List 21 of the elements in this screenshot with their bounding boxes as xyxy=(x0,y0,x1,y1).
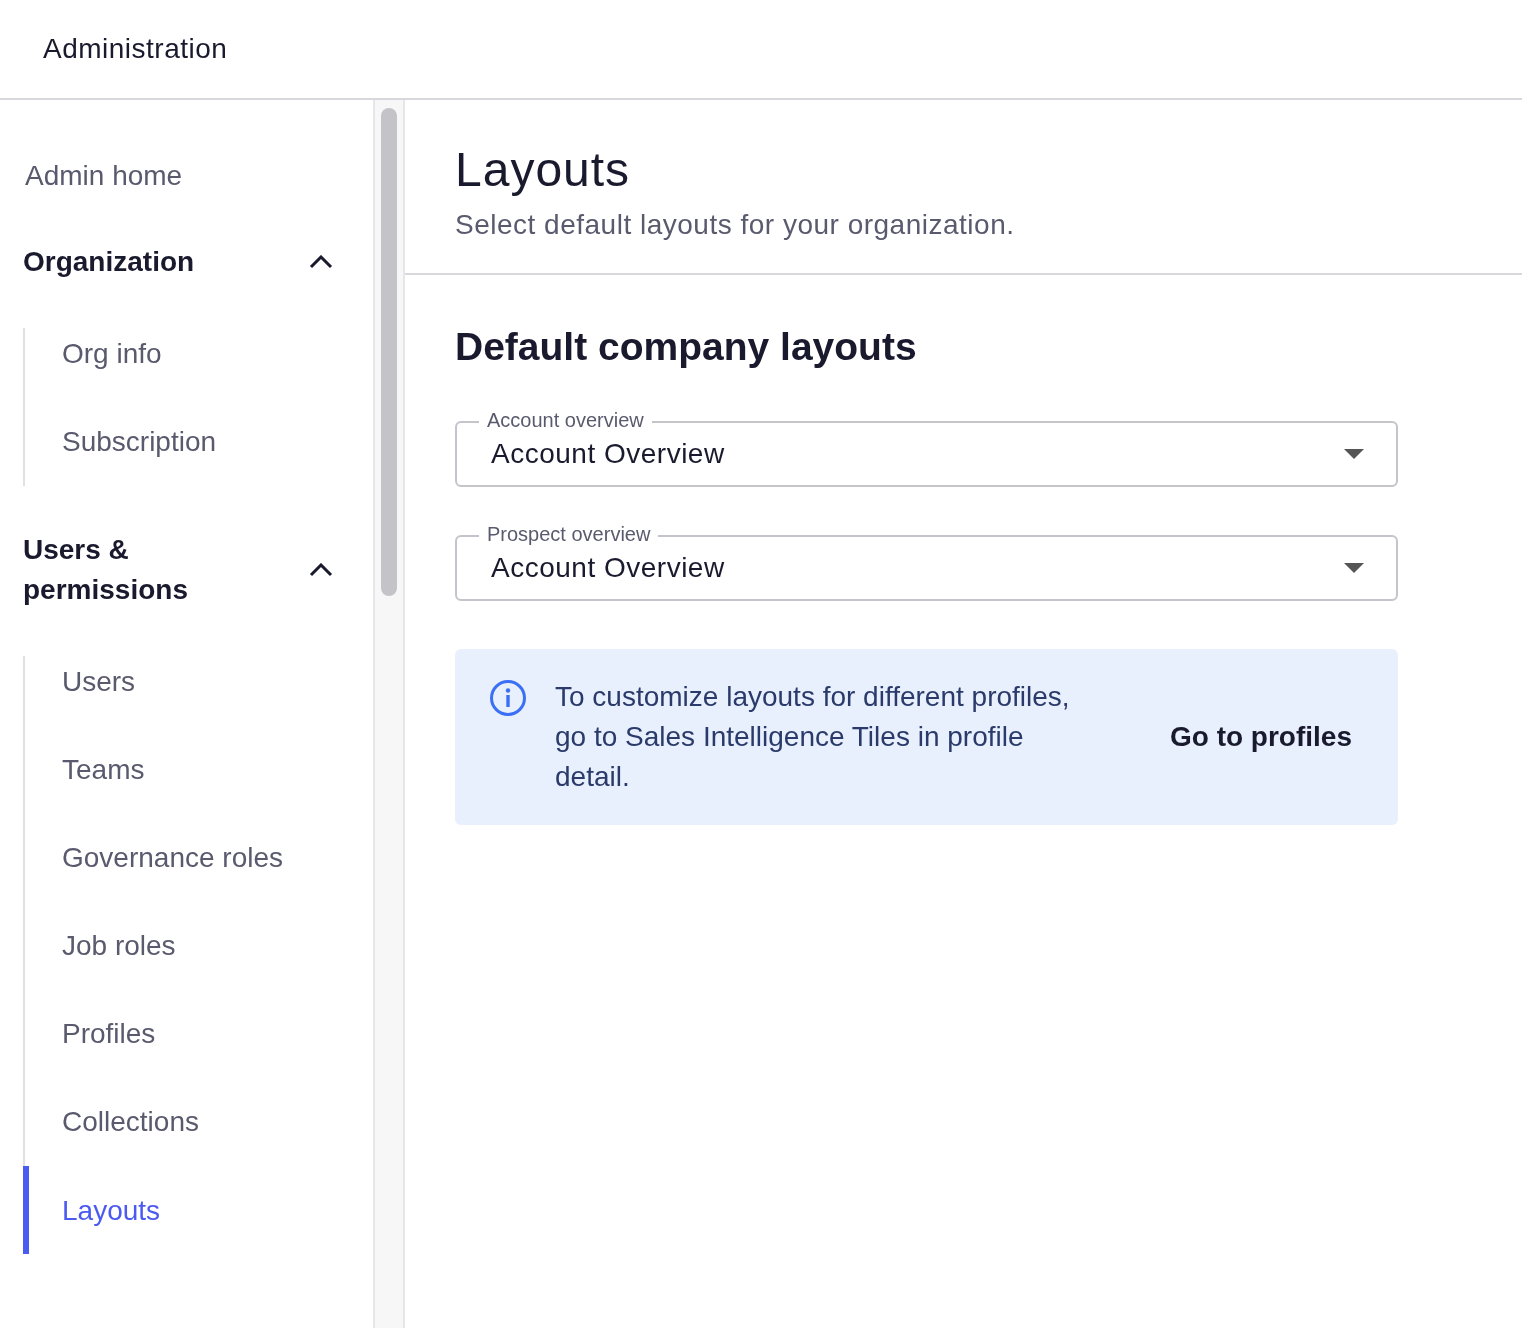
nav-group-header[interactable]: Organization xyxy=(23,218,333,306)
nav-item[interactable]: Job roles xyxy=(23,902,373,990)
nav-item[interactable]: Collections xyxy=(23,1078,373,1166)
nav-item[interactable]: Users xyxy=(23,656,373,726)
section-title: Default company layouts xyxy=(455,325,918,369)
nav-item[interactable]: Org info xyxy=(23,328,373,398)
info-text: To customize layouts for different profiles, go to Sales Intelligence Tiles in profile detail. xyxy=(555,680,1071,794)
page-title: Layouts xyxy=(455,142,632,197)
nav-item[interactable]: Governance roles xyxy=(23,814,373,902)
caret-icon xyxy=(1344,449,1364,459)
nav-group-header[interactable]: Users & permissions xyxy=(23,506,333,634)
caret-icon xyxy=(1344,563,1364,573)
info-icon xyxy=(489,679,527,717)
nav-item[interactable]: Profiles xyxy=(23,990,373,1078)
scrollbar[interactable] xyxy=(375,100,405,1328)
app-title: Administration xyxy=(43,33,228,65)
page-subtitle: Select default layouts for your organization. xyxy=(455,209,1016,241)
nav-item[interactable]: Teams xyxy=(23,726,373,814)
nav-link[interactable]: Admin home xyxy=(23,134,373,218)
nav-item[interactable]: Subscription xyxy=(23,398,373,486)
go-to-profiles-link[interactable]: Go to profiles xyxy=(1170,721,1352,753)
